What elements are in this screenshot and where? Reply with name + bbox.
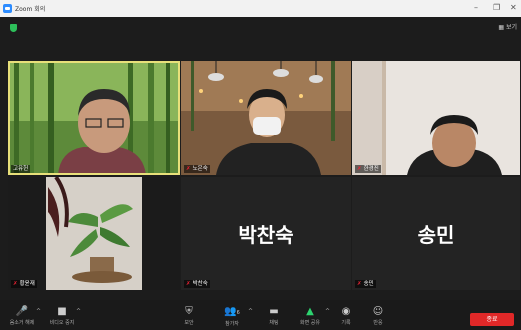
participant-name-tag: 고유헌 xyxy=(11,165,31,173)
participants-options-caret-icon[interactable]: ^ xyxy=(248,308,253,315)
participant-name-tag: ✗ 황윤재 xyxy=(11,280,37,288)
participant-display-name: 송민 xyxy=(417,223,455,247)
restore-icon[interactable]: ❐ xyxy=(493,3,500,12)
participant-video xyxy=(8,61,180,175)
muted-mic-icon: ✗ xyxy=(186,166,191,172)
security-shield-icon: ⛨ xyxy=(185,306,193,317)
participant-name-tag: ✗ 한경진 xyxy=(355,165,381,173)
participant-video xyxy=(181,61,351,175)
reactions-icon: ☺ xyxy=(372,306,384,317)
share-screen-icon: ▲ xyxy=(306,306,314,317)
video-tile-5[interactable]: 박찬숙 ✗ 박찬숙 xyxy=(181,177,351,290)
video-tile-4[interactable]: ✗ 황윤재 xyxy=(8,177,180,290)
title-bar: Zoom 회의 – ❐ ✕ xyxy=(0,0,521,17)
window-title: Zoom 회의 xyxy=(15,6,46,13)
close-icon[interactable]: ✕ xyxy=(510,3,517,12)
participant-name-tag: ✗ 송민 xyxy=(355,280,376,288)
video-tile-2[interactable]: ✗ 노은숙 xyxy=(181,61,351,175)
participant-name-tag: ✗ 박찬숙 xyxy=(184,280,210,288)
view-button[interactable]: ▦ 보기 xyxy=(498,22,517,31)
security-button[interactable]: ⛨ 보안 xyxy=(169,306,209,326)
encryption-shield-icon[interactable] xyxy=(10,24,17,32)
share-screen-button[interactable]: ▲ 화면 공유 xyxy=(290,306,330,326)
end-meeting-button[interactable]: 종료 xyxy=(470,313,514,326)
zoom-logo-icon xyxy=(3,4,12,13)
audio-options-caret-icon[interactable]: ^ xyxy=(36,308,41,315)
video-options-caret-icon[interactable]: ^ xyxy=(76,308,81,315)
video-tile-3[interactable]: ✗ 한경진 xyxy=(352,61,520,175)
meeting-toolbar: 🎤 음소거 해제 ^ ■ 비디오 중지 ^ ⛨ 보안 👥6 참가자 ^ ▬ 채팅… xyxy=(0,300,521,330)
participants-icon: 👥6 xyxy=(224,306,240,317)
muted-mic-icon: ✗ xyxy=(13,281,18,287)
meeting-stage: ▦ 보기 고유헌 ✗ 노은숙 ✗ 한경진 ✗ 황윤재 박찬숙 ✗ 박찬숙 송민 … xyxy=(0,17,521,300)
participant-display-name: 박찬숙 xyxy=(238,223,294,247)
video-tile-6[interactable]: 송민 ✗ 송민 xyxy=(352,177,520,290)
muted-mic-icon: ✗ xyxy=(357,166,362,172)
chat-bubble-icon: ▬ xyxy=(269,306,279,317)
minimize-icon[interactable]: – xyxy=(474,3,478,12)
video-tile-1[interactable]: 고유헌 xyxy=(8,61,180,175)
participant-video xyxy=(352,61,520,175)
chat-button[interactable]: ▬ 채팅 xyxy=(254,306,294,326)
participant-video xyxy=(8,177,180,290)
reactions-button[interactable]: ☺ 반응 xyxy=(358,306,398,326)
muted-mic-icon: ✗ xyxy=(357,281,362,287)
participants-button[interactable]: 👥6 참가자 xyxy=(212,306,252,327)
participant-name-tag: ✗ 노은숙 xyxy=(184,165,210,173)
muted-mic-icon: ✗ xyxy=(186,281,191,287)
